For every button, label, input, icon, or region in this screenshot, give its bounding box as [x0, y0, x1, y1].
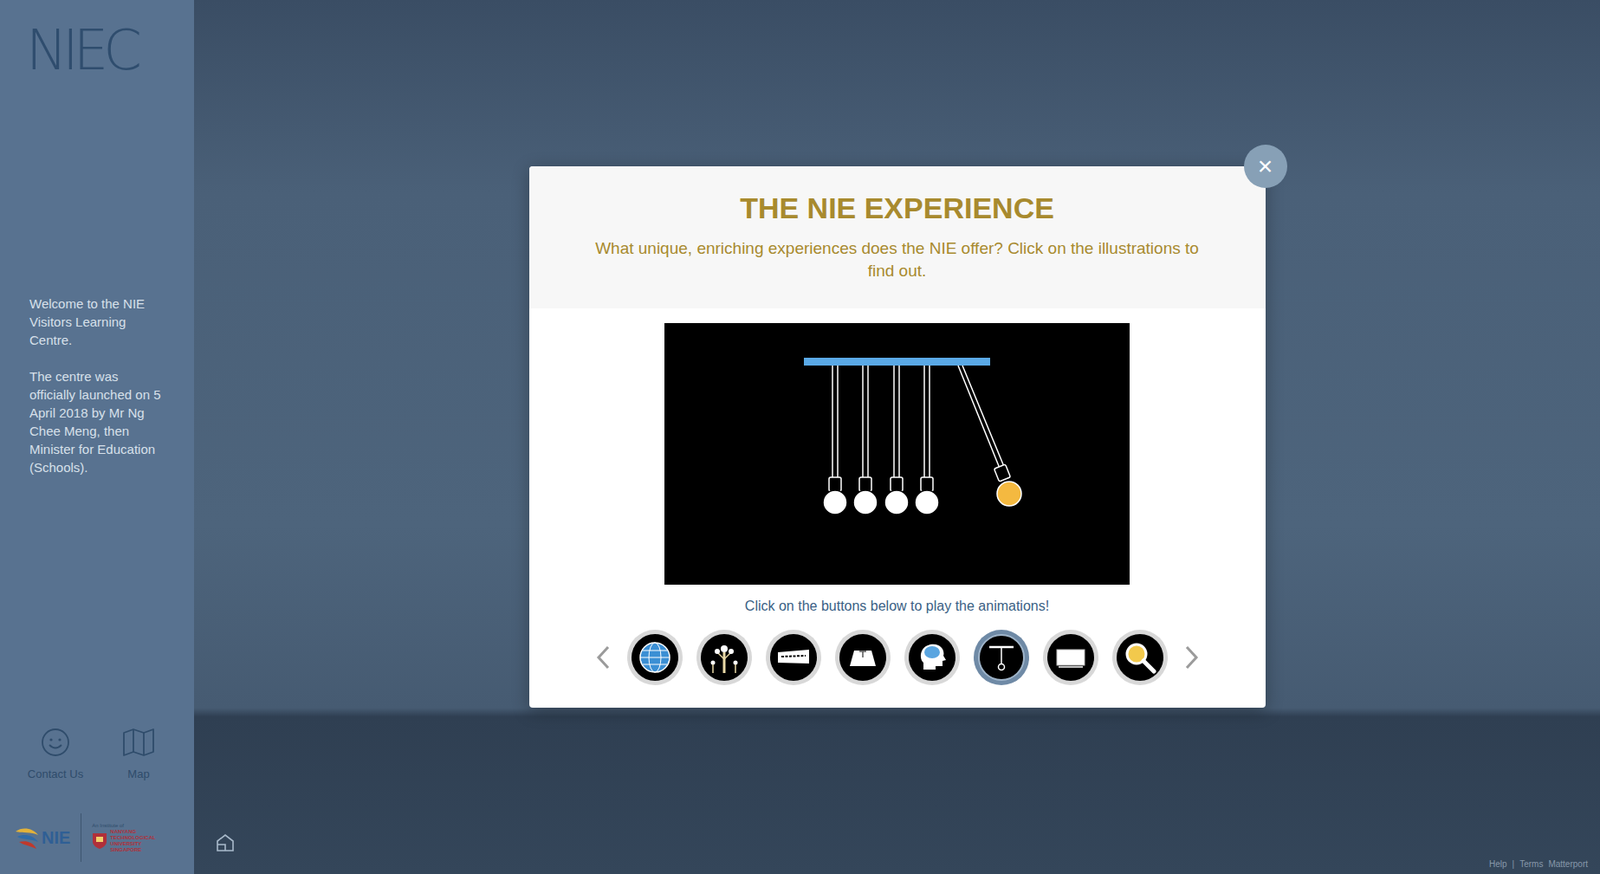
- nie-logo[interactable]: NIE: [13, 824, 71, 851]
- footer-link[interactable]: Matterport: [1548, 857, 1588, 871]
- ntu-logo[interactable]: An Institute ofNANYANGTECHNOLOGICALUNIVE…: [91, 822, 156, 854]
- partner-logos: NIE An Institute ofNANYANGTECHNOLOGICALUN…: [13, 813, 181, 862]
- animation-button[interactable]: [1112, 629, 1168, 686]
- tree-icon: [706, 640, 742, 675]
- animation-button[interactable]: [835, 629, 891, 686]
- nav-item[interactable]: Map: [102, 727, 175, 784]
- welcome-paragraph: Welcome to the NIE Visitors Learning Cen…: [29, 294, 165, 350]
- close-button[interactable]: ×: [1243, 144, 1288, 188]
- animation-button[interactable]: [627, 629, 683, 686]
- footer-link[interactable]: Help: [1489, 857, 1508, 871]
- tour-footer: Help|TermsMatterport: [1489, 857, 1588, 871]
- stage-icon: [845, 640, 881, 675]
- smiley-icon: [40, 727, 71, 758]
- map-icon: [122, 727, 156, 758]
- ntu-crest-icon: [91, 832, 108, 850]
- footer-link[interactable]: Terms: [1519, 857, 1543, 871]
- animation-button[interactable]: [696, 629, 752, 686]
- newtons-cradle-animation: [664, 323, 1130, 585]
- next-arrow-icon[interactable]: [1181, 643, 1201, 672]
- modal-title: THE NIE EXPERIENCE: [739, 190, 1055, 226]
- magnifier-icon: [1122, 640, 1158, 675]
- banner-icon: [776, 640, 811, 675]
- screen-icon: [1053, 640, 1089, 675]
- animation-button[interactable]: [765, 629, 822, 686]
- welcome-paragraph: The centre was officially launched on 5 …: [29, 367, 165, 477]
- sidebar-nav: Contact UsMap: [17, 727, 177, 784]
- prev-arrow-icon[interactable]: [594, 643, 614, 672]
- nav-item[interactable]: Contact Us: [19, 727, 92, 784]
- animation-button[interactable]: [1042, 629, 1099, 686]
- cradle-icon: [984, 640, 1019, 675]
- virtual-tour-view[interactable]: Help|TermsMatterport×THE NIE EXPERIENCEW…: [194, 0, 1600, 874]
- nie-emblem-icon: [13, 824, 40, 851]
- animation-caption: Click on the buttons below to play the a…: [744, 596, 1050, 616]
- app: NIEC Welcome to the NIE Visitors Learning…: [0, 0, 1600, 874]
- animation-button[interactable]: [973, 629, 1030, 686]
- welcome-text: Welcome to the NIE Visitors Learning Cen…: [29, 294, 165, 477]
- modal-subtitle: What unique, enriching experiences does …: [594, 237, 1201, 283]
- animation-buttons: [594, 629, 1201, 686]
- animation-player[interactable]: [664, 323, 1130, 585]
- globe-icon: [637, 640, 673, 675]
- animation-button[interactable]: [904, 629, 960, 686]
- sidebar: NIEC Welcome to the NIE Visitors Learning…: [0, 0, 195, 874]
- experience-modal: ×THE NIE EXPERIENCEWhat unique, enrichin…: [529, 166, 1266, 708]
- dollhouse-icon[interactable]: [214, 832, 236, 854]
- niec-logo[interactable]: NIEC: [25, 22, 165, 78]
- modal-header: THE NIE EXPERIENCE What unique, enriching…: [529, 166, 1266, 309]
- head-icon: [914, 640, 950, 675]
